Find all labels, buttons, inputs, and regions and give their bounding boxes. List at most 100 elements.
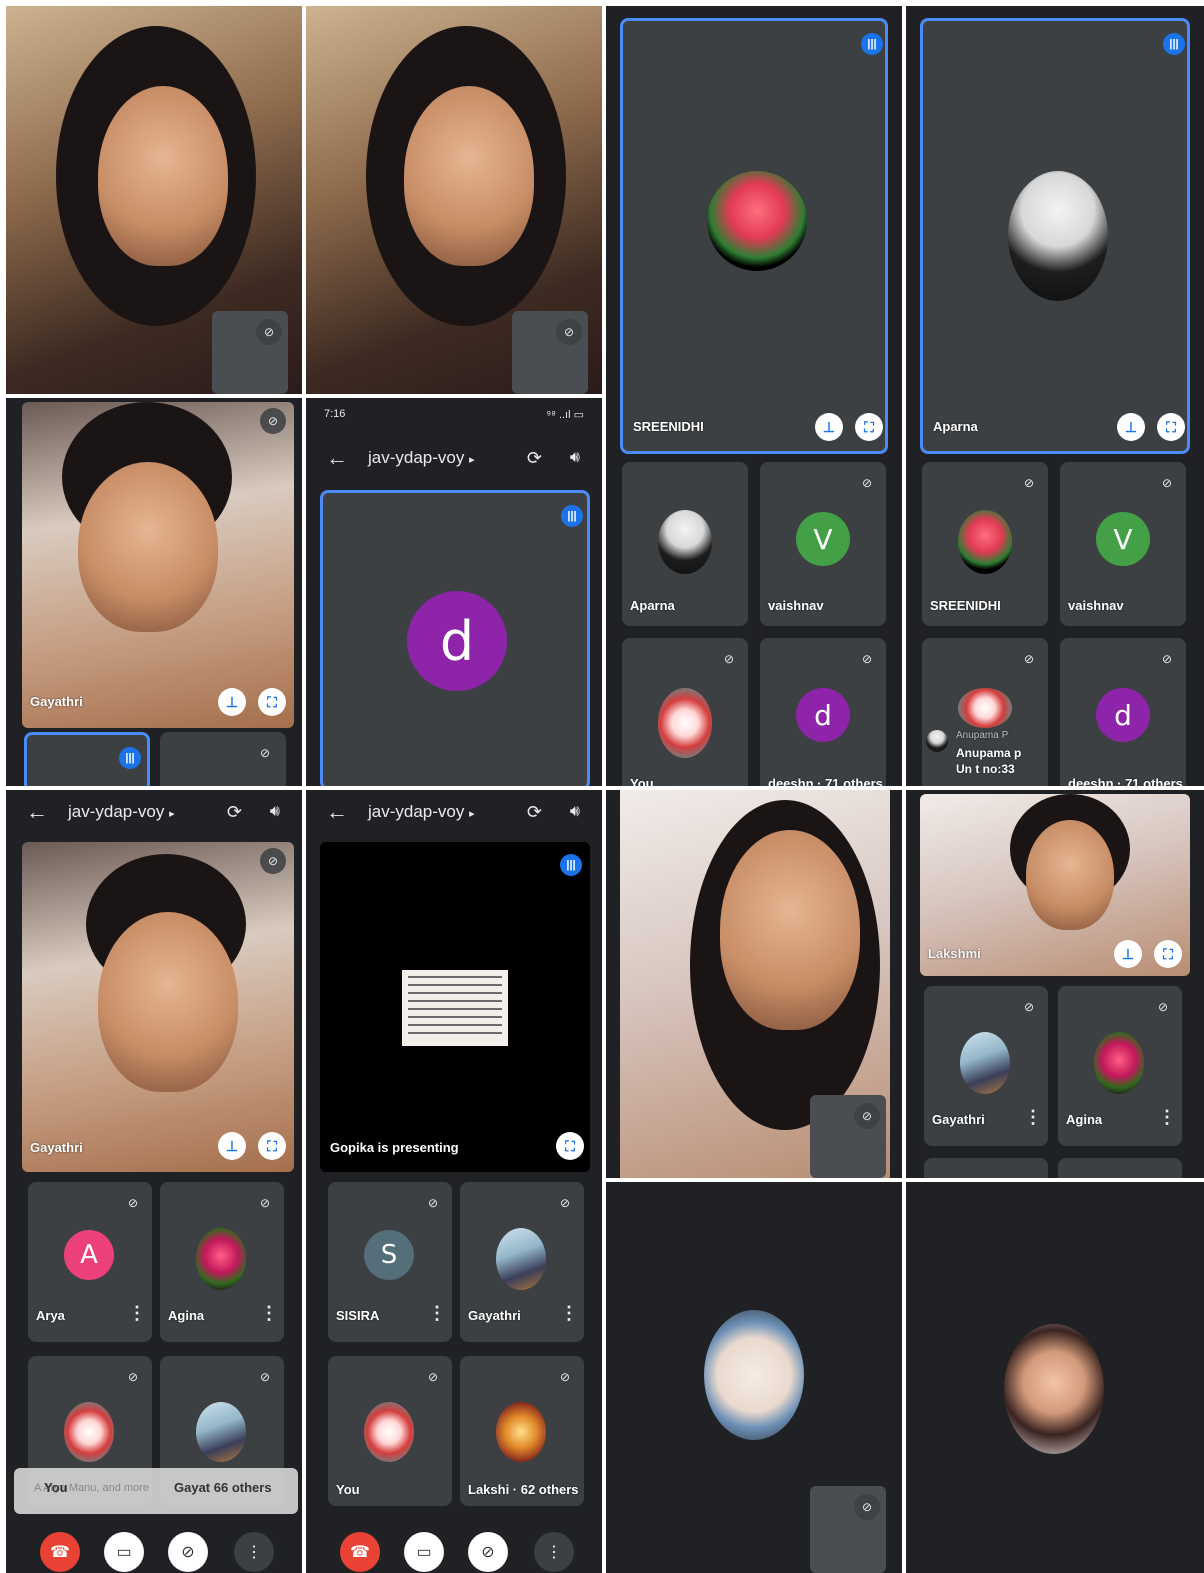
tile-others[interactable]: ⊘ d deeshn · 71 others <box>1060 638 1186 786</box>
tile-others[interactable]: ⊘ d deeshn · 71 others <box>760 638 886 786</box>
tile-agina[interactable]: ⊘ Agina ⋮ <box>160 1182 284 1342</box>
videocam-off-icon[interactable]: ▭ <box>404 1532 444 1572</box>
screenshot-gayathri-grid: ← jav-ydap-voy ▸ ⟳ 🔊︎ ⊘ Gayathri ⊥ ⛶ ⊘ A… <box>6 790 302 1573</box>
participant-avatar <box>704 1310 804 1440</box>
self-view-pip[interactable]: ⊘ <box>810 1486 886 1573</box>
tile-vaishnav[interactable]: ⊘ V vaishnav <box>760 462 886 626</box>
tile-agina[interactable]: ⊘ Agina ⋮ <box>1058 986 1182 1146</box>
tile-aparna[interactable]: Aparna <box>622 462 748 626</box>
audio-level-icon: ||| <box>119 747 141 769</box>
tile-vaishnav[interactable]: ⊘ V vaishnav <box>1060 462 1186 626</box>
screenshot-video-girl-1: ⊘ <box>6 6 302 394</box>
speaker-icon[interactable]: 🔊︎ <box>570 449 580 467</box>
self-view-pip[interactable]: ⊘ <box>212 311 288 394</box>
tile-sreenidhi[interactable]: ⊘ SREENIDHI <box>922 462 1048 626</box>
arrow-back-icon[interactable]: ← <box>326 799 348 825</box>
participant-avatar <box>658 510 712 574</box>
switch-camera-icon[interactable]: ⟳ <box>527 802 542 823</box>
pin-icon[interactable]: ⊥ <box>1114 940 1142 968</box>
meeting-header: ← jav-ydap-voy ▸ ⟳ 🔊︎ <box>306 436 602 480</box>
meeting-header: ← jav-ydap-voy ▸ ⟳ 🔊︎ <box>6 790 302 834</box>
call-end-icon[interactable]: ☎ <box>340 1532 380 1572</box>
more-vert-icon[interactable]: ⋮ <box>560 1304 578 1322</box>
fullscreen-icon[interactable]: ⛶ <box>1157 413 1185 441</box>
mic-off-icon: ⊘ <box>716 646 742 672</box>
face <box>78 462 218 632</box>
tile-arya[interactable]: ⊘ A Arya ⋮ <box>28 1182 152 1342</box>
pin-icon[interactable]: ⊥ <box>1117 413 1145 441</box>
fullscreen-icon[interactable]: ⛶ <box>258 1132 286 1160</box>
more-vert-icon[interactable]: ⋮ <box>128 1304 146 1322</box>
fullscreen-icon[interactable]: ⛶ <box>258 688 286 716</box>
more-vert-icon[interactable]: ⋮ <box>1158 1108 1176 1126</box>
presentation-tile[interactable]: ||| Gopika is presenting ⛶ <box>320 842 590 1172</box>
main-tile-aparna[interactable]: ||| Aparna ⊥ ⛶ <box>920 18 1190 454</box>
participant-name: Gayathri <box>932 1112 985 1127</box>
toast-others: Gayat 66 others <box>174 1480 272 1495</box>
more-vert-icon[interactable]: ⋮ <box>1024 1108 1042 1126</box>
speaker-icon[interactable]: 🔊︎ <box>270 803 280 821</box>
pin-icon[interactable]: ⊥ <box>218 688 246 716</box>
more-vert-icon[interactable]: ⋮ <box>260 1304 278 1322</box>
participant-name: You <box>630 776 654 786</box>
call-end-icon[interactable]: ☎ <box>40 1532 80 1572</box>
more-vert-icon[interactable]: ⋮ <box>234 1532 274 1572</box>
mic-off-icon[interactable]: ⊘ <box>168 1532 208 1572</box>
participant-name: Agina <box>168 1308 205 1323</box>
switch-camera-icon[interactable]: ⟳ <box>527 448 542 469</box>
arrow-back-icon[interactable]: ← <box>326 445 348 471</box>
mic-off-icon: ⊘ <box>854 646 880 672</box>
tile-self[interactable]: ||| <box>24 732 150 786</box>
audio-level-icon: ||| <box>561 505 583 527</box>
notification-text: Un t no:33 <box>956 762 1015 776</box>
meeting-code[interactable]: jav-ydap-voy ▸ <box>368 802 475 822</box>
meeting-code[interactable]: jav-ydap-voy ▸ <box>68 802 175 822</box>
mic-off-icon: ⊘ <box>120 1364 146 1390</box>
pin-icon[interactable]: ⊥ <box>218 1132 246 1160</box>
participant-avatar <box>1008 171 1108 301</box>
participant-name: Gayathri <box>468 1308 521 1323</box>
face <box>1026 820 1114 930</box>
mic-off-icon: ⊘ <box>1150 994 1176 1020</box>
tile-lakshi-others[interactable]: ⊘ Lakshi · 62 others <box>460 1356 584 1506</box>
meeting-code[interactable]: jav-ydap-voy ▸ <box>368 448 475 468</box>
mic-off-icon: ⊘ <box>1154 646 1180 672</box>
tile-you[interactable]: ⊘ You <box>622 638 748 786</box>
face <box>404 86 534 266</box>
fullscreen-icon[interactable]: ⛶ <box>556 1132 584 1160</box>
more-vert-icon[interactable]: ⋮ <box>534 1532 574 1572</box>
fullscreen-icon[interactable]: ⛶ <box>855 413 883 441</box>
more-vert-icon[interactable]: ⋮ <box>428 1304 446 1322</box>
tile-participant[interactable]: ⊘ <box>160 732 286 786</box>
fullscreen-icon[interactable]: ⛶ <box>1154 940 1182 968</box>
avatar-initial: S <box>364 1230 414 1280</box>
participant-video[interactable]: ⊘ Gayathri ⊥ ⛶ <box>22 842 294 1172</box>
presented-document <box>402 970 508 1046</box>
tile-you[interactable]: ⊘ You <box>328 1356 452 1506</box>
videocam-off-icon[interactable]: ▭ <box>104 1532 144 1572</box>
mic-off-icon[interactable]: ⊘ <box>468 1532 508 1572</box>
screenshot-sreenidhi-view: ||| SREENIDHI ⊥ ⛶ Aparna ⊘ V vaishnav ⊘ … <box>606 6 902 786</box>
main-tile-sreenidhi[interactable]: ||| SREENIDHI ⊥ ⛶ <box>620 18 888 454</box>
participant-video[interactable]: ⊘ Gayathri ⊥ ⛶ <box>22 402 294 728</box>
mic-off-icon: ⊘ <box>854 470 880 496</box>
speaker-icon[interactable]: 🔊︎ <box>570 803 580 821</box>
tile-logo[interactable]: ⊘ Anupama P Anupama p Un t no:33 <box>922 638 1048 786</box>
participant-video[interactable]: Lakshmi ⊥ ⛶ <box>920 794 1190 976</box>
switch-camera-icon[interactable]: ⟳ <box>227 802 242 823</box>
tile-sisira[interactable]: ⊘ S SISIRA ⋮ <box>328 1182 452 1342</box>
tile-gayathri[interactable]: ⊘ Gayathri ⋮ <box>924 986 1048 1146</box>
participant-name: SREENIDHI <box>930 598 1001 613</box>
tile-partial[interactable] <box>1058 1158 1182 1178</box>
tile-gayathri[interactable]: ⊘ Gayathri ⋮ <box>460 1182 584 1342</box>
participant-name: SISIRA <box>336 1308 380 1323</box>
mic-off-icon: ⊘ <box>1016 994 1042 1020</box>
arrow-back-icon[interactable]: ← <box>26 799 48 825</box>
self-view-pip[interactable]: ⊘ <box>512 311 588 394</box>
tile-partial[interactable] <box>924 1158 1048 1178</box>
main-tile-d[interactable]: ||| d <box>320 490 590 786</box>
notification-title: Anupama P <box>956 730 1009 741</box>
pin-icon[interactable]: ⊥ <box>815 413 843 441</box>
screenshot-video-woman: ⊘ <box>606 790 902 1178</box>
self-view-pip[interactable]: ⊘ <box>810 1095 886 1178</box>
